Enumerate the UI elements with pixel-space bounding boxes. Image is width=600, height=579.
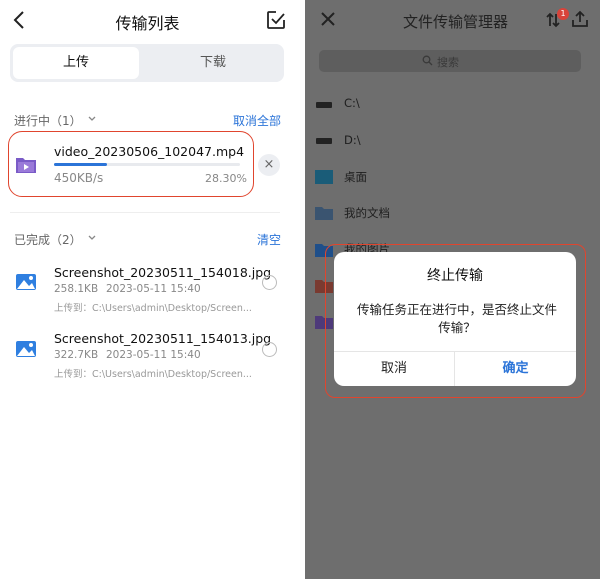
upload-destination: 上传到：C:\Users\admin\Desktop/Screen... xyxy=(54,303,252,314)
list-item[interactable]: 我的文档 xyxy=(344,205,390,221)
progress-bar-fill xyxy=(54,163,107,166)
chevron-down-icon[interactable] xyxy=(87,114,97,124)
tab-upload[interactable]: 上传 xyxy=(13,47,139,79)
image-file-icon xyxy=(16,274,36,290)
cancel-button[interactable]: 取消 xyxy=(334,352,454,386)
chevron-down-icon[interactable] xyxy=(87,233,97,243)
search-input[interactable]: 搜索 xyxy=(319,50,581,72)
header: 传输列表 xyxy=(0,0,295,40)
clear-link[interactable]: 清空 xyxy=(257,231,281,248)
in-progress-file-name: video_20230506_102047.mp4 xyxy=(54,144,245,159)
completed-file-name: Screenshot_20230511_154013.jpg xyxy=(54,331,272,346)
close-icon[interactable] xyxy=(320,11,336,27)
completed-file-name: Screenshot_20230511_154018.jpg xyxy=(54,265,272,280)
file-size: 322.7KB xyxy=(54,349,99,361)
dialog-title: 终止传输 xyxy=(427,268,483,284)
terminate-transfer-dialog: 终止传输 传输任务正在进行中，是否终止文件传输？ 取消 确定 xyxy=(334,252,576,386)
notification-badge: 1 xyxy=(557,8,569,20)
upload-destination: 上传到：C:\Users\admin\Desktop/Screen... xyxy=(54,369,252,380)
upload-icon[interactable] xyxy=(571,10,589,28)
desktop-folder-icon xyxy=(315,170,333,184)
cancel-transfer-button[interactable]: × xyxy=(258,154,280,176)
completed-section-title[interactable]: 已完成（2） xyxy=(14,231,82,248)
drive-icon xyxy=(316,138,332,144)
cancel-all-link[interactable]: 取消全部 xyxy=(233,112,281,129)
select-radio[interactable] xyxy=(262,275,277,290)
list-item[interactable]: 桌面 xyxy=(344,169,367,185)
documents-folder-icon xyxy=(315,207,333,220)
in-progress-section-title[interactable]: 进行中（1） xyxy=(14,112,82,129)
dialog-message: 传输任务正在进行中，是否终止文件传输？ xyxy=(356,302,557,335)
multi-select-icon[interactable] xyxy=(266,10,286,30)
file-size: 258.1KB xyxy=(54,283,99,295)
drive-icon xyxy=(316,102,332,108)
search-placeholder: 搜索 xyxy=(437,56,459,69)
page-title: 文件传输管理器 xyxy=(403,13,509,31)
transfer-list-panel: 传输列表 上传 下载 进行中（1） 取消全部 video_20230506_10… xyxy=(0,0,295,579)
file-date: 2023-05-11 15:40 xyxy=(106,283,201,295)
confirm-button[interactable]: 确定 xyxy=(455,352,576,386)
divider xyxy=(10,212,280,213)
search-icon xyxy=(422,55,433,66)
tab-download[interactable]: 下载 xyxy=(150,47,276,79)
transfer-speed: 450KB/s xyxy=(54,171,104,185)
image-file-icon xyxy=(16,341,36,357)
upload-download-tabs: 上传 下载 xyxy=(10,44,284,82)
list-item[interactable]: D:\ xyxy=(344,133,361,147)
file-date: 2023-05-11 15:40 xyxy=(106,349,201,361)
list-item[interactable]: C:\ xyxy=(344,96,360,110)
video-file-icon xyxy=(16,158,36,173)
progress-bar xyxy=(54,163,240,166)
page-title: 传输列表 xyxy=(115,14,180,33)
transfer-percent: 28.30% xyxy=(205,172,247,185)
select-radio[interactable] xyxy=(262,342,277,357)
